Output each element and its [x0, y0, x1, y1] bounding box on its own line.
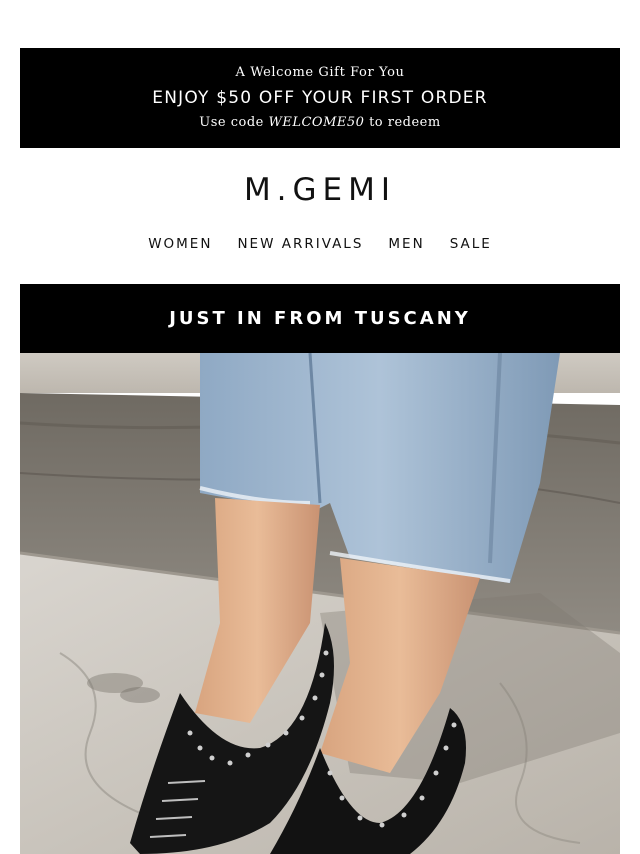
brand-logo[interactable]: M.GEMI [0, 170, 640, 210]
main-nav: WOMEN NEW ARRIVALS MEN SALE [0, 235, 640, 253]
promo-code-line: Use code WELCOME50 to redeem [20, 115, 620, 130]
hero-photo-illustration [20, 353, 620, 854]
nav-item-sale[interactable]: SALE [450, 235, 492, 253]
nav-item-men[interactable]: MEN [388, 235, 424, 253]
nav-item-women[interactable]: WOMEN [148, 235, 212, 253]
promo-headline: ENJOY $50 OFF YOUR FIRST ORDER [152, 88, 488, 108]
section-banner[interactable]: JUST IN FROM TUSCANY [20, 284, 620, 353]
nav-item-new-arrivals[interactable]: NEW ARRIVALS [237, 235, 363, 253]
promo-code-suffix: to redeem [369, 115, 441, 130]
promo-code-prefix: Use code [199, 115, 264, 130]
section-banner-title: JUST IN FROM TUSCANY [169, 308, 471, 329]
hero-image[interactable] [20, 353, 620, 854]
promo-kicker: A Welcome Gift For You [235, 65, 405, 80]
welcome-promo-banner[interactable]: A Welcome Gift For You ENJOY $50 OFF YOU… [20, 48, 620, 148]
email-page: A Welcome Gift For You ENJOY $50 OFF YOU… [0, 0, 640, 854]
promo-code: WELCOME50 [268, 115, 365, 130]
